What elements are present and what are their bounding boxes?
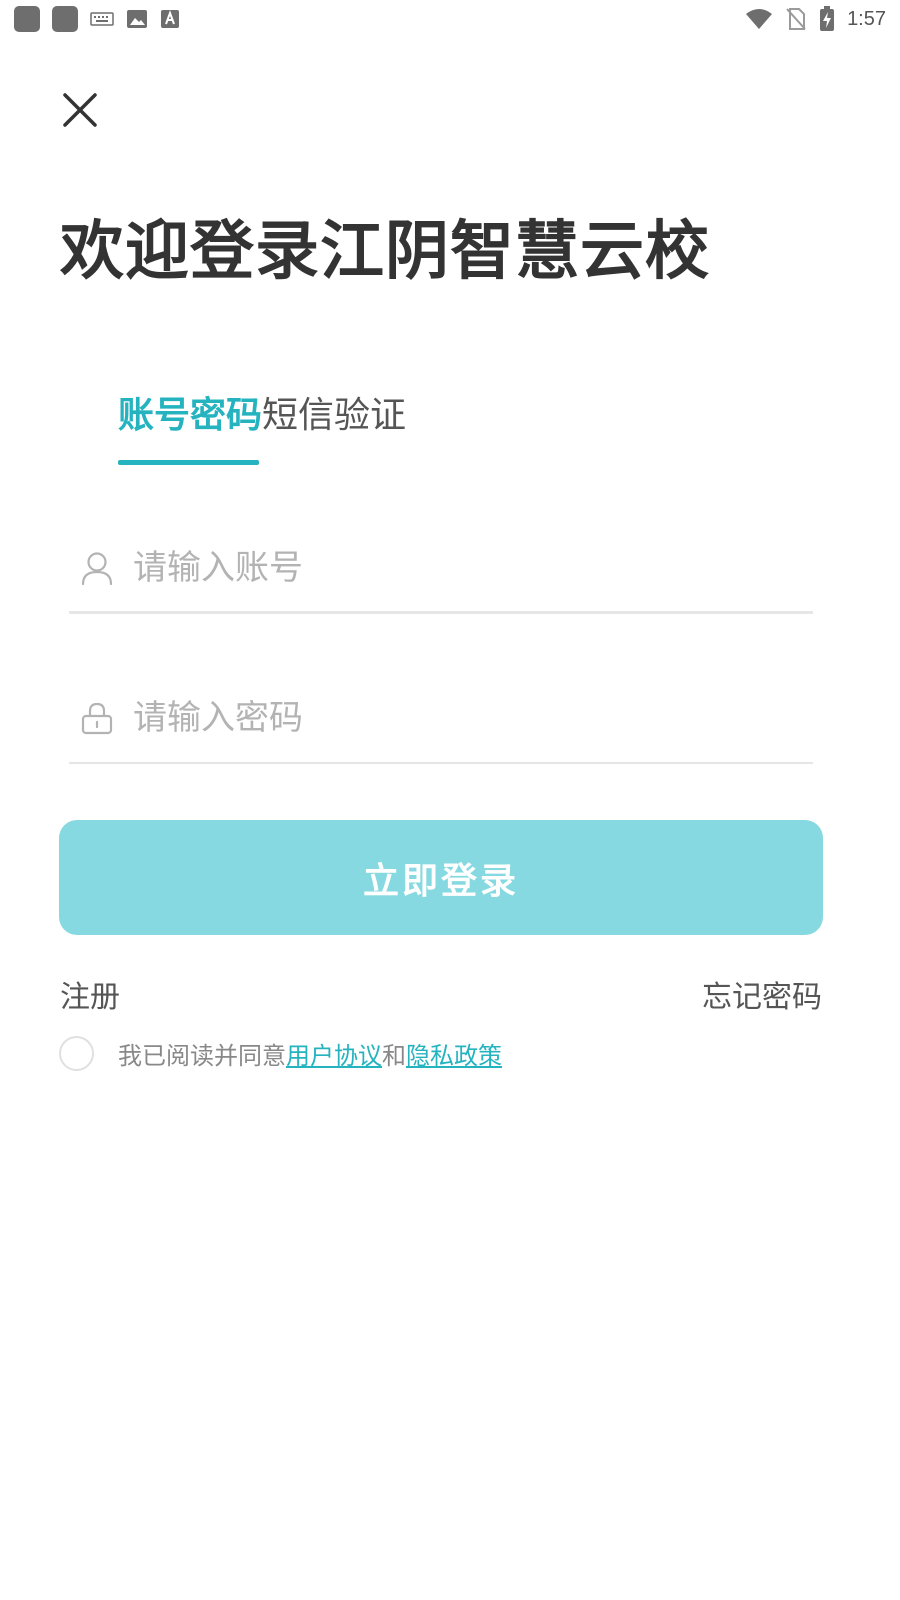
account-input[interactable] bbox=[133, 547, 793, 588]
privacy-policy-link[interactable]: 隐私政策 bbox=[406, 1036, 502, 1071]
agreement-prefix: 我已阅读并同意 bbox=[118, 1042, 286, 1070]
login-button[interactable]: 立即登录 bbox=[59, 820, 823, 935]
agreement-conjunction: 和 bbox=[382, 1042, 406, 1070]
no-sim-icon bbox=[785, 7, 807, 31]
wifi-icon bbox=[745, 8, 773, 30]
status-left bbox=[14, 6, 180, 32]
login-tabs: 账号密码 短信验证 bbox=[118, 386, 406, 438]
close-button[interactable] bbox=[58, 88, 102, 132]
tab-account-password[interactable]: 账号密码 bbox=[118, 386, 262, 438]
keyboard-icon bbox=[90, 11, 114, 27]
user-icon bbox=[77, 548, 117, 588]
app-square-icon bbox=[14, 6, 40, 32]
status-time: 1:57 bbox=[847, 7, 886, 30]
password-field bbox=[69, 674, 813, 764]
register-link[interactable]: 注册 bbox=[60, 972, 120, 1016]
battery-charging-icon bbox=[819, 6, 835, 32]
lock-icon bbox=[77, 698, 117, 738]
login-page: 1:57 欢迎登录江阴智慧云校 账号密码 短信验证 请输入账号 立即登录 注册 … bbox=[0, 0, 900, 1600]
account-field bbox=[69, 524, 813, 614]
status-bar: 1:57 bbox=[0, 0, 900, 38]
image-icon bbox=[126, 9, 148, 29]
close-icon bbox=[63, 93, 97, 127]
agreement-row: 我已阅读并同意 用户协议 和 隐私政策 bbox=[59, 1036, 502, 1071]
tab-sms-verification[interactable]: 短信验证 bbox=[262, 386, 406, 438]
app-square-icon bbox=[52, 6, 78, 32]
agreement-checkbox[interactable] bbox=[59, 1036, 94, 1071]
forgot-password-link[interactable]: 忘记密码 bbox=[702, 972, 822, 1016]
tab-indicator bbox=[118, 460, 259, 465]
font-a-icon bbox=[160, 9, 180, 29]
page-title: 欢迎登录江阴智慧云校 bbox=[60, 215, 710, 289]
password-input[interactable] bbox=[133, 698, 793, 738]
user-agreement-link[interactable]: 用户协议 bbox=[286, 1036, 382, 1071]
status-right: 1:57 bbox=[745, 6, 886, 32]
